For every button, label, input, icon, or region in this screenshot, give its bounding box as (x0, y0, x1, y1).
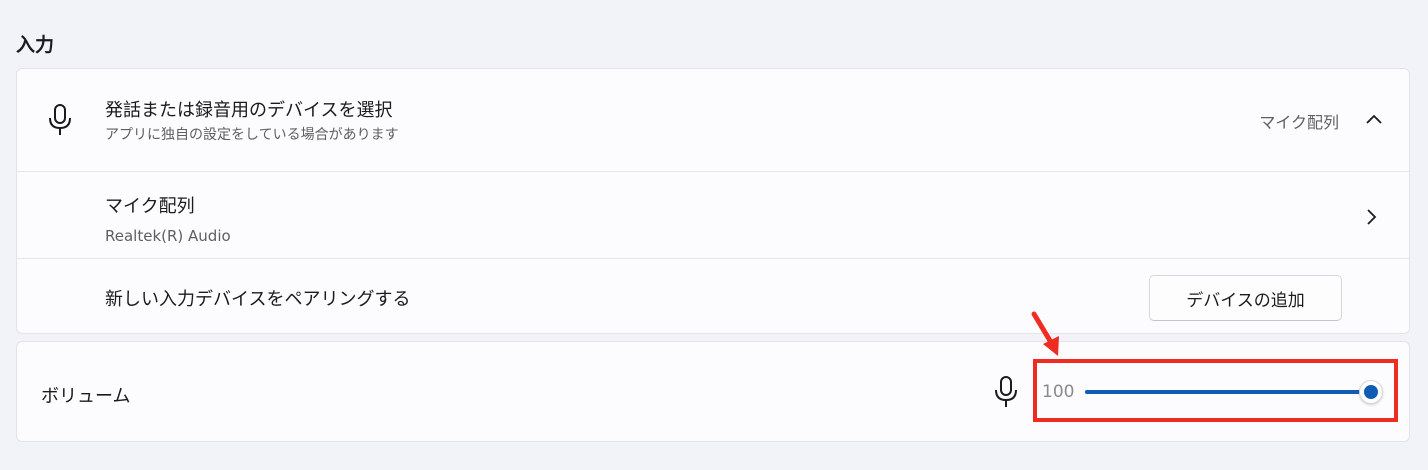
chevron-up-icon[interactable] (1365, 113, 1383, 125)
device-detail: Realtek(R) Audio (105, 227, 231, 245)
pair-device-row: 新しい入力デバイスをペアリングする デバイスの追加 (17, 259, 1409, 335)
chevron-right-icon (1367, 209, 1377, 225)
device-name: マイク配列 (105, 196, 195, 217)
mic-icon (49, 104, 71, 135)
device-select-row[interactable]: 発話または録音用のデバイスを選択 アプリに独自の設定をしている場合があります マ… (17, 69, 1409, 172)
device-item-row[interactable]: マイク配列 Realtek(R) Audio (17, 172, 1409, 259)
annotation-arrow-icon (1031, 311, 1059, 356)
selected-device-value: マイク配列 (1259, 113, 1339, 132)
pair-device-label: 新しい入力デバイスをペアリングする (105, 289, 411, 310)
device-select-title: 発話または録音用のデバイスを選択 (105, 100, 393, 121)
device-select-subtitle: アプリに独自の設定をしている場合があります (105, 127, 399, 143)
mic-icon (995, 376, 1017, 407)
section-title: 入力 (16, 34, 55, 56)
input-device-card: 発話または録音用のデバイスを選択 アプリに独自の設定をしている場合があります マ… (16, 68, 1410, 334)
volume-label: ボリューム (41, 386, 131, 407)
add-device-button[interactable]: デバイスの追加 (1149, 275, 1342, 321)
annotation-highlight-box (1033, 359, 1398, 422)
